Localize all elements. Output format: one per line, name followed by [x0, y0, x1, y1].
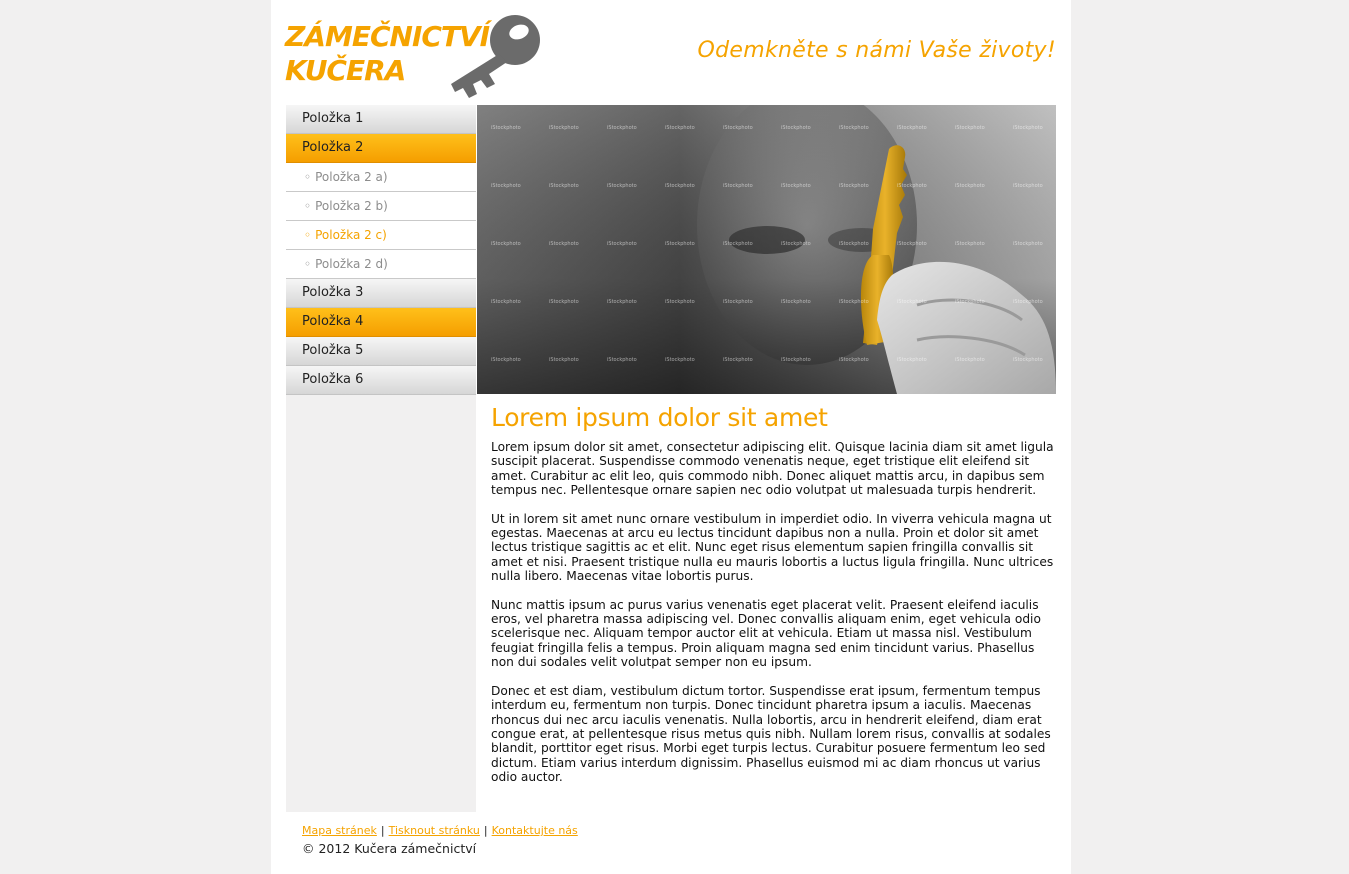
watermark-text: iStockphoto: [723, 125, 753, 131]
nav-subitem-label: Položka 2 c): [315, 228, 387, 242]
watermark-text: iStockphoto: [549, 125, 579, 131]
page-container: ZÁMEČNICTVÍ KUČERA Odemkněte s námi Vaše…: [271, 0, 1071, 874]
nav-subitem-label: Položka 2 a): [315, 170, 388, 184]
watermark-text: iStockphoto: [665, 125, 695, 131]
watermark-text: iStockphoto: [839, 125, 869, 131]
watermark-text: iStockphoto: [665, 299, 695, 305]
watermark-text: iStockphoto: [897, 241, 927, 247]
nav-subitem-label: Položka 2 d): [315, 257, 388, 271]
watermark-text: iStockphoto: [607, 357, 637, 363]
watermark-text: iStockphoto: [665, 183, 695, 189]
watermark-text: iStockphoto: [1013, 241, 1043, 247]
nav-subitem-2a[interactable]: ◦ Položka 2 a): [286, 163, 476, 192]
nav-item-1[interactable]: Položka 1: [286, 105, 476, 134]
nav-item-5[interactable]: Položka 5: [286, 337, 476, 366]
contact-link[interactable]: Kontaktujte nás: [492, 824, 578, 837]
watermark-text: iStockphoto: [607, 299, 637, 305]
watermark-text: iStockphoto: [665, 357, 695, 363]
watermark-text: iStockphoto: [1013, 357, 1043, 363]
watermark-text: iStockphoto: [781, 299, 811, 305]
content-paragraph: Lorem ipsum dolor sit amet, consectetur …: [491, 440, 1054, 498]
watermark-text: iStockphoto: [723, 241, 753, 247]
footer: Mapa stránek | Tisknout stránku | Kontaktujt…: [302, 824, 578, 856]
content-heading: Lorem ipsum dolor sit amet: [491, 403, 828, 432]
watermark-text: iStockphoto: [955, 183, 985, 189]
bullet-icon: ◦: [304, 228, 312, 242]
watermark-text: iStockphoto: [549, 183, 579, 189]
watermark-text: iStockphoto: [955, 125, 985, 131]
watermark-text: iStockphoto: [781, 241, 811, 247]
watermark-text: iStockphoto: [955, 299, 985, 305]
watermark-text: iStockphoto: [897, 183, 927, 189]
watermark-text: iStockphoto: [1013, 299, 1043, 305]
watermark-text: iStockphoto: [491, 241, 521, 247]
watermark-text: iStockphoto: [491, 125, 521, 131]
watermark-text: iStockphoto: [607, 125, 637, 131]
watermark-text: iStockphoto: [1013, 125, 1043, 131]
print-page-link[interactable]: Tisknout stránku: [389, 824, 480, 837]
watermark-text: iStockphoto: [549, 241, 579, 247]
watermark-text: iStockphoto: [781, 357, 811, 363]
logo[interactable]: ZÁMEČNICTVÍ KUČERA: [285, 10, 540, 100]
nav-subitem-label: Položka 2 b): [315, 199, 388, 213]
footer-separator: |: [483, 824, 488, 837]
watermark-text: iStockphoto: [839, 357, 869, 363]
hero-image: iStockphoto iStockphoto iStockphoto iStockp…: [477, 105, 1056, 394]
main-content: Lorem ipsum dolor sit amet Lorem ipsum d…: [491, 400, 1057, 799]
watermark-text: iStockphoto: [491, 183, 521, 189]
content-paragraph: Nunc mattis ipsum ac purus varius venena…: [491, 597, 1041, 670]
watermark-text: iStockphoto: [491, 357, 521, 363]
watermark-text: iStockphoto: [897, 357, 927, 363]
nav-item-3[interactable]: Položka 3: [286, 279, 476, 308]
key-icon: [451, 15, 540, 98]
sidebar-nav: Položka 1 Položka 2 ◦ Položka 2 a) ◦ Polož…: [286, 105, 476, 812]
content-paragraph: Ut in lorem sit amet nunc ornare vestibu…: [491, 511, 1054, 584]
footer-links: Mapa stránek | Tisknout stránku | Kontaktujt…: [302, 824, 578, 837]
watermark-text: iStockphoto: [723, 299, 753, 305]
nav-item-6[interactable]: Položka 6: [286, 366, 476, 395]
copyright: © 2012 Kučera zámečnictví: [302, 841, 477, 856]
watermark-text: iStockphoto: [723, 357, 753, 363]
logo-text-line2: KUČERA: [285, 54, 406, 87]
watermark-text: iStockphoto: [781, 183, 811, 189]
watermark-text: iStockphoto: [1013, 183, 1043, 189]
content-paragraph: Donec et est diam, vestibulum dictum tor…: [491, 683, 1051, 785]
watermark-text: iStockphoto: [781, 125, 811, 131]
bullet-icon: ◦: [304, 170, 312, 184]
bullet-icon: ◦: [304, 257, 312, 271]
watermark-text: iStockphoto: [839, 299, 869, 305]
watermark-text: iStockphoto: [839, 241, 869, 247]
watermark-text: iStockphoto: [897, 125, 927, 131]
watermark-text: iStockphoto: [607, 183, 637, 189]
bullet-icon: ◦: [304, 199, 312, 213]
watermark-text: iStockphoto: [607, 241, 637, 247]
slogan: Odemkněte s námi Vaše životy!: [697, 38, 1056, 63]
nav-subitem-2b[interactable]: ◦ Položka 2 b): [286, 192, 476, 221]
watermark-text: iStockphoto: [491, 299, 521, 305]
watermark-text: iStockphoto: [549, 357, 579, 363]
watermark-text: iStockphoto: [549, 299, 579, 305]
watermark-text: iStockphoto: [839, 183, 869, 189]
watermark-text: iStockphoto: [955, 241, 985, 247]
footer-separator: |: [380, 824, 385, 837]
watermark-text: iStockphoto: [897, 299, 927, 305]
nav-subitem-2c[interactable]: ◦ Položka 2 c): [286, 221, 476, 250]
nav-item-2[interactable]: Položka 2: [286, 134, 476, 163]
sitemap-link[interactable]: Mapa stránek: [302, 824, 377, 837]
watermark-text: iStockphoto: [723, 183, 753, 189]
watermark-text: iStockphoto: [665, 241, 695, 247]
nav-item-4[interactable]: Položka 4: [286, 308, 476, 337]
nav-subitem-2d[interactable]: ◦ Položka 2 d): [286, 250, 476, 279]
watermark-text: iStockphoto: [955, 357, 985, 363]
